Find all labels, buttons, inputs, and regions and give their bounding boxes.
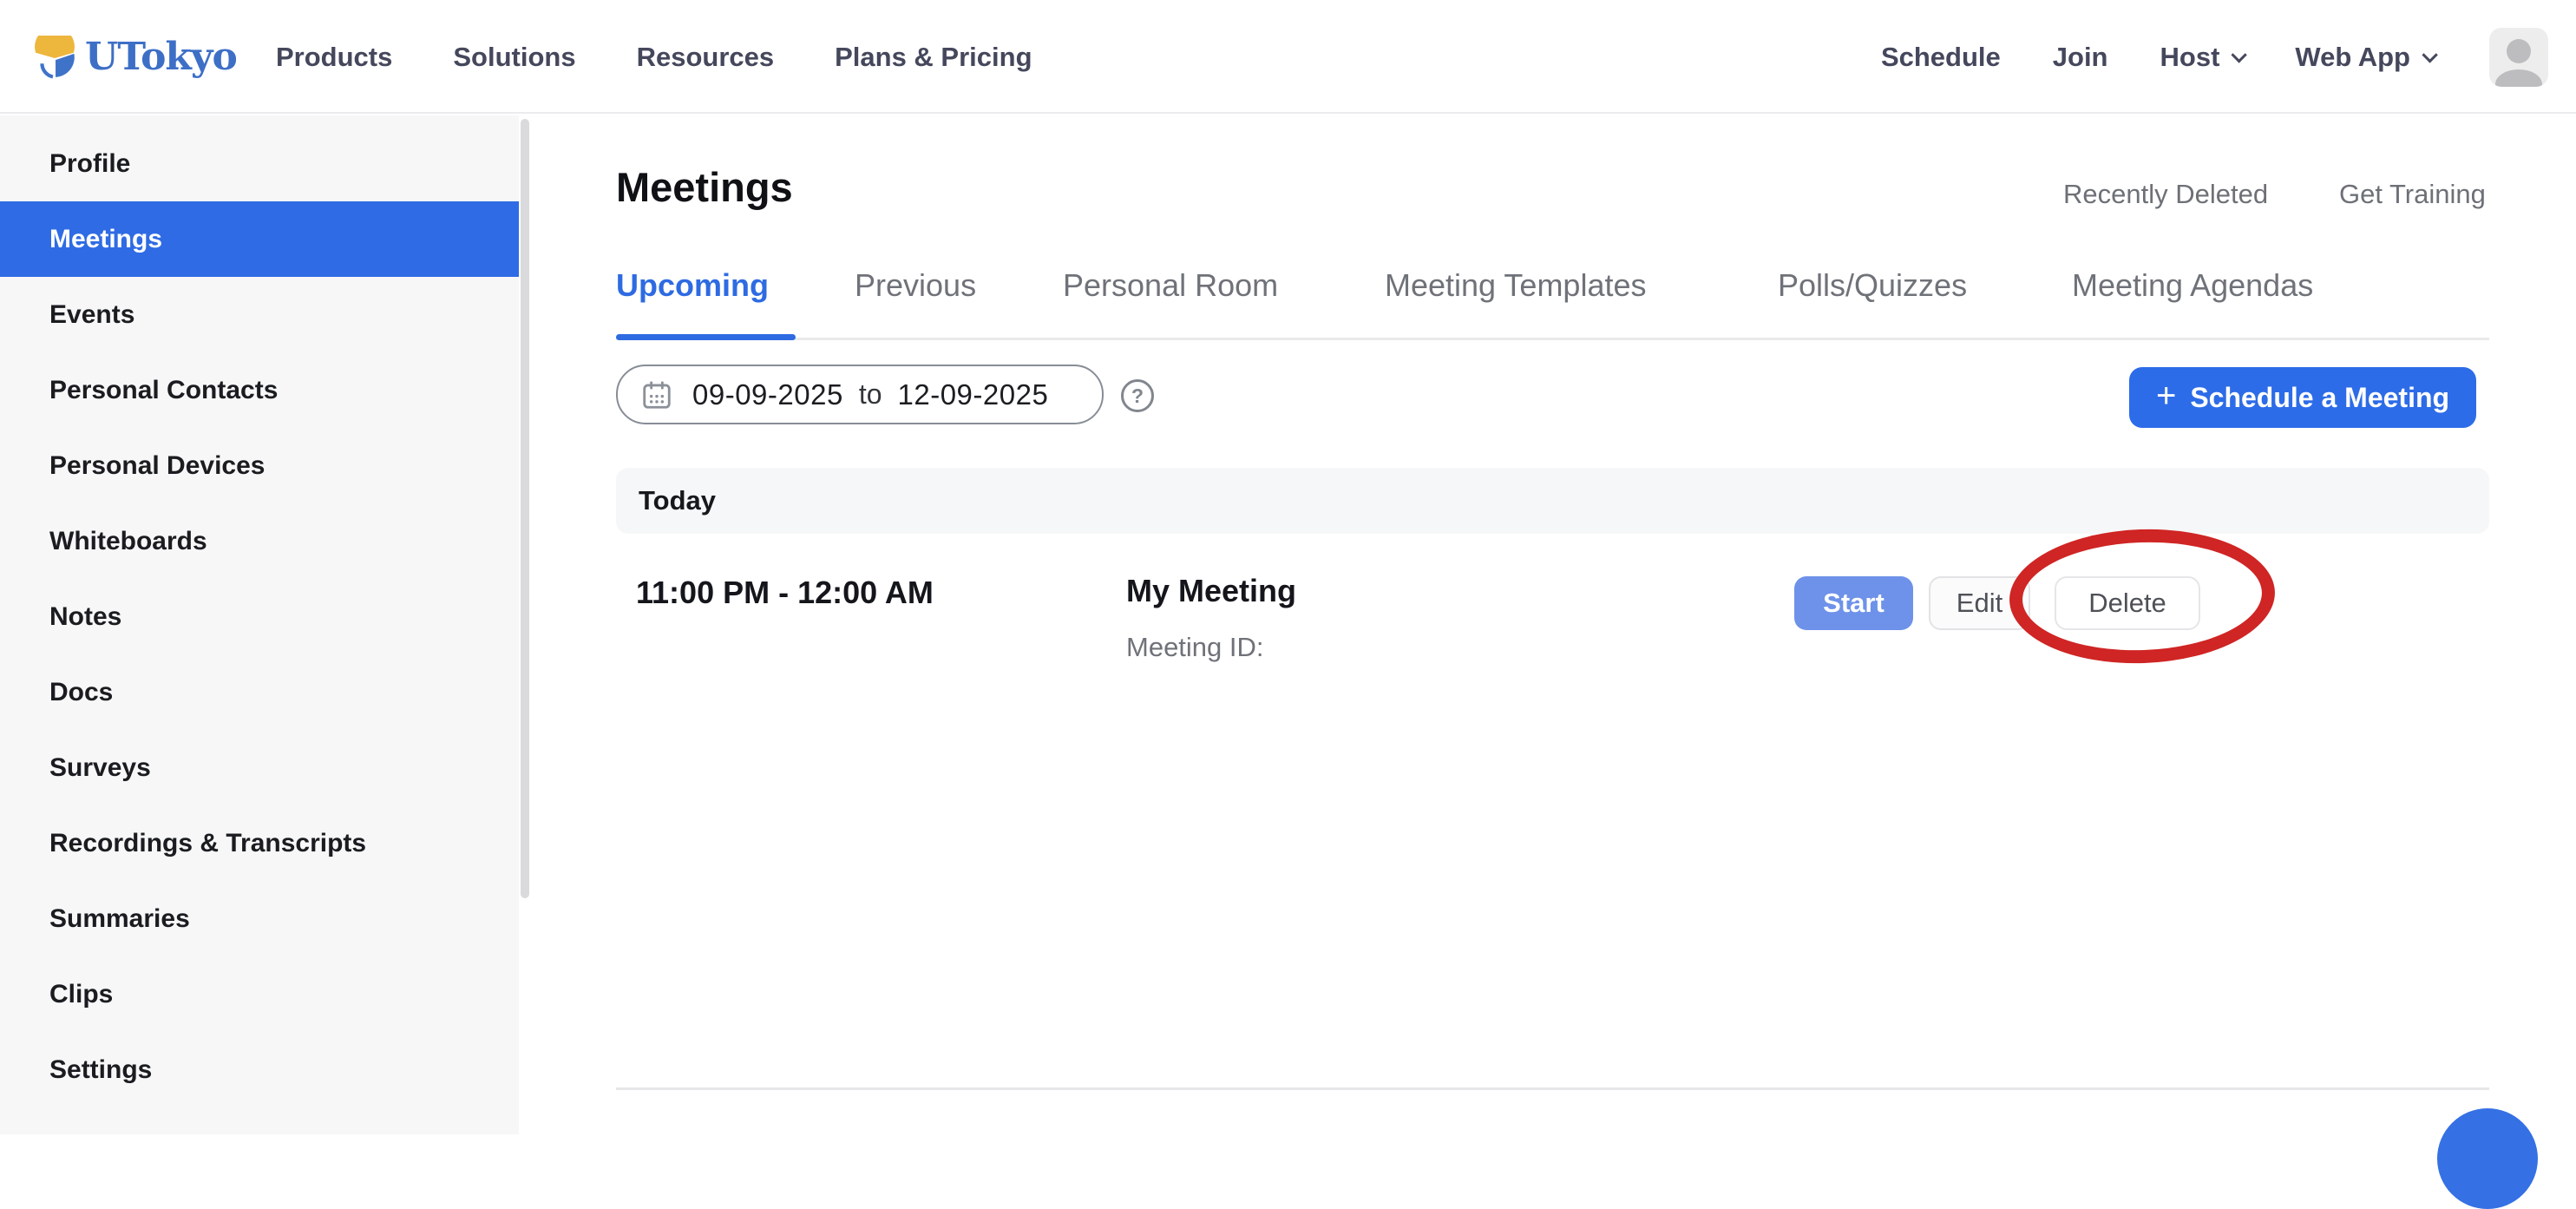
schedule-a-meeting-button[interactable]: + Schedule a Meeting (2129, 367, 2476, 428)
sidebar-item-surveys[interactable]: Surveys (0, 730, 531, 805)
page-title: Meetings (616, 163, 793, 211)
date-from-value[interactable]: 09-09-2025 (692, 378, 843, 411)
sidebar-item-docs[interactable]: Docs (0, 654, 531, 730)
sidebar-item-recordings-transcripts[interactable]: Recordings & Transcripts (0, 805, 531, 881)
zoom-web-portal-page: UTokyo Products Solutions Resources Plan… (0, 0, 2576, 1134)
sidebar-item-personal-devices[interactable]: Personal Devices (0, 428, 531, 503)
today-section-header: Today (616, 468, 2489, 534)
list-bottom-divider (616, 1087, 2489, 1090)
edit-button[interactable]: Edit (1929, 576, 2030, 630)
recently-deleted-link[interactable]: Recently Deleted (2063, 179, 2268, 210)
delete-button[interactable]: Delete (2055, 576, 2200, 630)
nav-join[interactable]: Join (2053, 42, 2108, 73)
sidebar-item-profile[interactable]: Profile (0, 126, 531, 201)
date-to-label: to (859, 378, 882, 411)
main-nav: Products Solutions Resources Plans & Pri… (276, 0, 1032, 114)
sidebar-item-events[interactable]: Events (0, 277, 531, 352)
sidebar-item-clips[interactable]: Clips (0, 956, 531, 1032)
nav-solutions[interactable]: Solutions (453, 42, 575, 73)
tab-polls-quizzes[interactable]: Polls/Quizzes (1778, 267, 1967, 304)
nav-resources[interactable]: Resources (637, 42, 775, 73)
sidebar-item-summaries[interactable]: Summaries (0, 881, 531, 956)
plus-icon: + (2156, 378, 2176, 413)
meeting-title: My Meeting (1126, 573, 1296, 609)
date-to-value[interactable]: 12-09-2025 (898, 378, 1049, 411)
nav-schedule[interactable]: Schedule (1881, 42, 2001, 73)
active-tab-indicator (616, 334, 796, 340)
sidebar-item-notes[interactable]: Notes (0, 579, 531, 654)
chevron-down-icon (2232, 47, 2247, 62)
sidebar-item-meetings[interactable]: Meetings (0, 201, 519, 277)
help-icon[interactable]: ? (1121, 379, 1154, 412)
avatar-person-icon (2507, 39, 2531, 63)
tabs-underline-track (616, 338, 2489, 340)
date-range-picker[interactable]: 09-09-2025 to 12-09-2025 (616, 365, 1104, 424)
tab-upcoming[interactable]: Upcoming (616, 267, 769, 304)
meeting-time: 11:00 PM - 12:00 AM (636, 575, 934, 611)
nav-webapp-label: Web App (2295, 42, 2410, 73)
nav-products[interactable]: Products (276, 42, 392, 73)
logo-text: UTokyo (85, 35, 237, 79)
left-sidebar: Profile Meetings Events Personal Contact… (0, 115, 531, 1134)
chevron-down-icon (2422, 47, 2437, 62)
utokyo-ginkgo-icon (33, 36, 76, 79)
sidebar-item-settings[interactable]: Settings (0, 1032, 531, 1107)
meeting-id-label: Meeting ID: (1126, 632, 1264, 663)
nav-webapp-dropdown[interactable]: Web App (2295, 42, 2434, 73)
nav-host-dropdown[interactable]: Host (2160, 42, 2244, 73)
schedule-button-label: Schedule a Meeting (2190, 382, 2449, 414)
top-header-bar: UTokyo Products Solutions Resources Plan… (0, 0, 2576, 114)
utokyo-logo[interactable]: UTokyo (33, 0, 237, 114)
start-button[interactable]: Start (1794, 576, 1913, 630)
get-training-link[interactable]: Get Training (2339, 179, 2486, 210)
calendar-icon (640, 378, 673, 411)
nav-host-label: Host (2160, 42, 2220, 73)
tab-personal-room[interactable]: Personal Room (1063, 267, 1278, 304)
tab-meeting-templates[interactable]: Meeting Templates (1385, 267, 1647, 304)
avatar-person-icon (2495, 69, 2542, 87)
floating-help-button[interactable] (2437, 1108, 2538, 1209)
nav-plans-pricing[interactable]: Plans & Pricing (835, 42, 1032, 73)
sidebar-item-personal-contacts[interactable]: Personal Contacts (0, 352, 531, 428)
user-avatar[interactable] (2489, 28, 2548, 87)
tab-meeting-agendas[interactable]: Meeting Agendas (2072, 267, 2313, 304)
tab-previous[interactable]: Previous (855, 267, 976, 304)
sidebar-scrollbar-track (519, 115, 531, 1134)
sidebar-item-whiteboards[interactable]: Whiteboards (0, 503, 531, 579)
today-label: Today (639, 485, 716, 516)
header-right-nav: Schedule Join Host Web App (1881, 0, 2548, 114)
sidebar-scrollbar-thumb[interactable] (521, 119, 529, 898)
